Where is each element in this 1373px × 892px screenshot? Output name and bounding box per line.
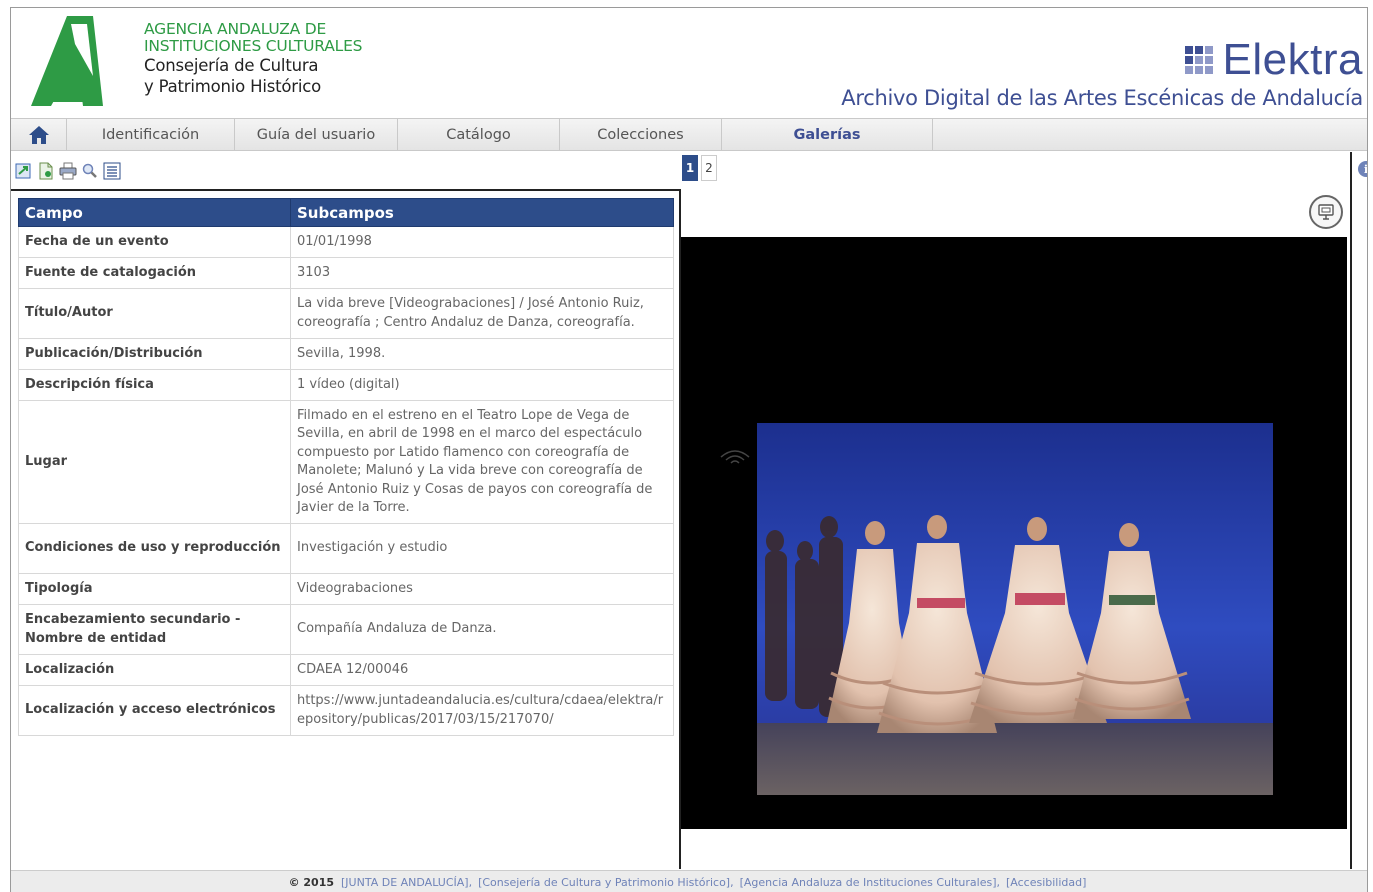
- page-1-button[interactable]: 1: [682, 155, 698, 181]
- nav-galerias[interactable]: Galerías: [722, 119, 933, 150]
- field-label: Encabezamiento secundario - Nombre de en…: [18, 604, 291, 655]
- table-row: Localización y acceso electrónicos https…: [18, 685, 674, 736]
- field-label: Localización y acceso electrónicos: [18, 685, 291, 736]
- footer-link-junta[interactable]: [JUNTA DE ANDALUCÍA],: [341, 876, 472, 889]
- agency-name: AGENCIA ANDALUZA DE INSTITUCIONES CULTUR…: [144, 20, 363, 97]
- page-2-button[interactable]: 2: [701, 155, 717, 181]
- field-label: Título/Autor: [18, 288, 291, 339]
- field-value: Videograbaciones: [290, 573, 674, 605]
- field-label: Fuente de catalogación: [18, 257, 291, 289]
- nav-guia-usuario[interactable]: Guía del usuario: [235, 119, 398, 150]
- field-label: Publicación/Distribución: [18, 338, 291, 370]
- copyright: © 2015: [288, 875, 335, 889]
- page-selector: 1 2: [682, 155, 717, 181]
- field-value: 01/01/1998: [290, 226, 674, 258]
- home-icon: [28, 125, 49, 144]
- table-row: Publicación/Distribución Sevilla, 1998.: [18, 338, 674, 370]
- site-header: AGENCIA ANDALUZA DE INSTITUCIONES CULTUR…: [11, 8, 1367, 118]
- field-label: Fecha de un evento: [18, 226, 291, 258]
- agency-line-2: INSTITUCIONES CULTURALES: [144, 37, 363, 55]
- junta-andalucia-logo[interactable]: [31, 16, 103, 106]
- video-player[interactable]: [681, 237, 1347, 829]
- viewer-divider: [1350, 152, 1352, 869]
- footer-link-agencia[interactable]: [Agencia Andaluza de Instituciones Cultu…: [740, 876, 1000, 889]
- agency-line-1: AGENCIA ANDALUZA DE: [144, 20, 327, 38]
- fullscreen-icon: [1318, 204, 1334, 220]
- search-icon[interactable]: [80, 161, 100, 181]
- nav-catalogo[interactable]: Catálogo: [398, 119, 560, 150]
- page-frame: AGENCIA ANDALUZA DE INSTITUCIONES CULTUR…: [10, 7, 1368, 892]
- field-value: Sevilla, 1998.: [290, 338, 674, 370]
- nav-home[interactable]: [11, 119, 67, 150]
- footer-link-accesibilidad[interactable]: [Accesibilidad]: [1006, 876, 1086, 889]
- video-still-image: [757, 423, 1273, 795]
- record-panel: Campo Subcampos Fecha de un evento 01/01…: [11, 189, 681, 869]
- record-toolbar: [14, 159, 122, 183]
- agency-line-4: y Patrimonio Histórico: [144, 77, 322, 96]
- header-subcampos: Subcampos: [290, 198, 674, 227]
- site-footer: © 2015 [JUNTA DE ANDALUCÍA], [Consejería…: [11, 870, 1367, 892]
- info-icon[interactable]: i: [1358, 161, 1367, 177]
- field-value: 3103: [290, 257, 674, 289]
- field-value: Compañía Andaluza de Danza.: [290, 604, 674, 655]
- record-table: Campo Subcampos Fecha de un evento 01/01…: [18, 198, 674, 736]
- table-row: Lugar Filmado en el estreno en el Teatro…: [18, 400, 674, 524]
- field-label: Localización: [18, 654, 291, 686]
- table-row: Título/Autor La vida breve [Videograbaci…: [18, 288, 674, 339]
- elektra-logo-icon: [1184, 46, 1213, 74]
- field-label: Descripción física: [18, 369, 291, 401]
- fullscreen-button[interactable]: [1309, 195, 1343, 229]
- field-value: Investigación y estudio: [290, 523, 674, 574]
- brand-name: Elektra: [1222, 35, 1363, 84]
- list-icon[interactable]: [102, 161, 122, 181]
- archive-title: Archivo Digital de las Artes Escénicas d…: [841, 86, 1363, 110]
- table-row: Fuente de catalogación 3103: [18, 257, 674, 289]
- field-value: https://www.juntadeandalucia.es/cultura/…: [290, 685, 674, 736]
- nav-colecciones[interactable]: Colecciones: [560, 119, 722, 150]
- field-value: La vida breve [Videograbaciones] / José …: [290, 288, 674, 339]
- field-label: Lugar: [18, 400, 291, 524]
- table-row: Descripción física 1 vídeo (digital): [18, 369, 674, 401]
- table-row: Encabezamiento secundario - Nombre de en…: [18, 604, 674, 655]
- media-viewer: [681, 191, 1351, 869]
- electronic-location-link[interactable]: https://www.juntadeandalucia.es/cultura/…: [297, 693, 663, 727]
- field-value: 1 vídeo (digital): [290, 369, 674, 401]
- table-row: Condiciones de uso y reproducción Invest…: [18, 523, 674, 574]
- export-icon[interactable]: [14, 161, 34, 181]
- print-icon[interactable]: [58, 161, 78, 181]
- field-value: CDAEA 12/00046: [290, 654, 674, 686]
- field-label: Tipología: [18, 573, 291, 605]
- loading-signal-icon: [720, 450, 750, 464]
- main-nav: Identificación Guía del usuario Catálogo…: [11, 118, 1367, 151]
- nav-identificacion[interactable]: Identificación: [67, 119, 235, 150]
- table-row: Fecha de un evento 01/01/1998: [18, 226, 674, 258]
- agency-line-3: Consejería de Cultura: [144, 56, 319, 75]
- elektra-brand[interactable]: Elektra: [1184, 35, 1363, 84]
- header-campo: Campo: [18, 198, 291, 227]
- table-row: Localización CDAEA 12/00046: [18, 654, 674, 686]
- footer-link-consejeria[interactable]: [Consejería de Cultura y Patrimonio Hist…: [478, 876, 734, 889]
- field-value: Filmado en el estreno en el Teatro Lope …: [290, 400, 674, 524]
- field-label: Condiciones de uso y reproducción: [18, 523, 291, 574]
- table-row: Tipología Videograbaciones: [18, 573, 674, 605]
- document-icon[interactable]: [36, 161, 56, 181]
